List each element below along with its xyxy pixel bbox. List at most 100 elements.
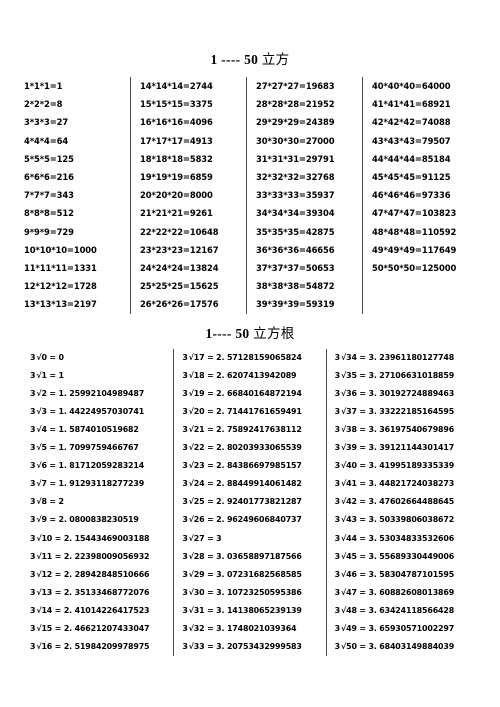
cube-root-value: 2. 66840164872194 <box>216 388 302 398</box>
equals-sign: = <box>207 370 214 380</box>
cube-cell: 42*42*42=74088 <box>372 117 451 128</box>
cube-root-cell: 3√47 = 3. 60882608013869 <box>335 584 478 602</box>
cube-root-value: 3. 58304787101595 <box>368 569 455 579</box>
cube-root-cell: 3√17 = 2. 57128159065824 <box>182 349 325 367</box>
cube-cell: 50*50*50=125000 <box>372 263 457 274</box>
cube-cell: 36*36*36=46656 <box>256 244 335 255</box>
cube-cell: 49*49*49=117649 <box>372 244 457 255</box>
cube-cell: 39*39*39=59319 <box>256 299 335 310</box>
radicand: 45 <box>346 551 357 561</box>
radical-index: 3 <box>182 605 188 615</box>
radical-index: 3 <box>30 497 36 507</box>
cube-cell: 4*4*4=64 <box>24 135 69 146</box>
cube-cell: 35*35*35=42875 <box>256 226 335 237</box>
cube-cell: 19*19*19=6859 <box>140 172 213 183</box>
cube-root-value: 3. 14138065239139 <box>216 605 302 615</box>
radicand: 27 <box>193 533 205 543</box>
radicand: 12 <box>41 569 53 579</box>
cube-root-value: 2. 71441761659491 <box>216 406 302 416</box>
equals-sign: = <box>49 461 56 471</box>
cube-cell: 24*24*24=13824 <box>140 263 219 274</box>
radical-index: 3 <box>334 425 341 435</box>
cube-root-value: 2. 22398009056932 <box>63 551 150 561</box>
radical-index: 3 <box>30 515 36 525</box>
radicand: 41 <box>346 479 357 489</box>
radicand: 6 <box>41 461 47 471</box>
cube-root-value: 2. 80203933065539 <box>216 443 302 453</box>
cube-root-column: 3√34 = 3. 23961180127748 3√35 = 3. 271066… <box>325 348 478 657</box>
cube-title-range: 1 ---- 50 <box>210 52 259 67</box>
radicand: 29 <box>193 569 205 579</box>
cube-root-cell: 3√39 = 3. 39121144301417 <box>335 439 478 457</box>
cube-title-label: 立方 <box>261 52 290 68</box>
equals-sign: = <box>207 533 214 543</box>
cube-table: 1*1*1=1 2*2*2=8 3*3*3=27 4*4*4=64 5*5*5=125 6… <box>22 77 478 314</box>
radicand: 10 <box>41 533 53 543</box>
equals-sign: = <box>359 569 366 579</box>
cube-root-value: 1. 25992104989487 <box>58 388 145 398</box>
cube-root-cell: 3√26 = 2. 96249606840737 <box>182 511 325 529</box>
radical-index: 3 <box>30 443 36 453</box>
equals-sign: = <box>54 624 62 634</box>
cube-cell: 20*20*20=8000 <box>140 190 213 201</box>
equals-sign: = <box>359 497 366 507</box>
cube-root-value: 1 <box>58 370 65 380</box>
equals-sign: = <box>207 497 214 507</box>
cube-root-value: 3. 33222185164595 <box>368 406 455 416</box>
equals-sign: = <box>49 352 56 362</box>
cube-cell: 25*25*25=15625 <box>140 281 219 292</box>
cube-root-value: 3. 30192724889463 <box>368 388 455 398</box>
cube-root-column: 3√0 = 0 3√1 = 1 3√2 = 1. 25992104989487 3√3… <box>22 349 173 657</box>
cube-cell: 37*37*37=50653 <box>256 263 335 274</box>
cube-cell: 15*15*15=3375 <box>140 99 213 110</box>
cube-cell: 7*7*7=343 <box>24 190 74 201</box>
cube-root-value: 2. 84386697985157 <box>216 461 302 471</box>
cube-root-value: 1. 91293118277239 <box>58 479 145 489</box>
radical-index: 3 <box>182 569 188 579</box>
radical-index: 3 <box>30 569 36 579</box>
equals-sign: = <box>49 479 56 489</box>
cube-cell: 2*2*2=8 <box>24 99 63 110</box>
radicand: 36 <box>346 388 357 398</box>
radicand: 44 <box>346 533 357 543</box>
radical-index: 3 <box>182 624 188 634</box>
equals-sign: = <box>359 443 366 453</box>
cube-root-value: 3. 41995189335339 <box>368 461 455 471</box>
radicand: 31 <box>193 605 205 615</box>
cube-root-column: 3√17 = 2. 57128159065824 3√18 = 2. 620741… <box>173 348 325 657</box>
radicand: 22 <box>193 443 205 453</box>
cube-root-section-title: 1---- 50 立方根 <box>22 322 478 342</box>
cube-root-value: 3. 27106631018859 <box>368 370 455 380</box>
cube-column: 1*1*1=1 2*2*2=8 3*3*3=27 4*4*4=64 5*5*5=125 6… <box>22 77 130 314</box>
cube-cell: 12*12*12=1728 <box>24 281 97 292</box>
cube-root-value: 2. 41014226417523 <box>63 605 150 615</box>
cube-root-title-range: 1---- 50 <box>205 325 250 341</box>
radical-index: 3 <box>334 352 341 362</box>
cube-cell: 31*31*31=29791 <box>256 153 335 164</box>
cube-cell: 32*32*32=32768 <box>256 172 335 183</box>
radicand: 9 <box>41 515 47 525</box>
cube-root-cell: 3√24 = 2. 88449914061482 <box>182 475 325 493</box>
radical-index: 3 <box>334 370 341 380</box>
equals-sign: = <box>359 479 366 489</box>
cube-root-value: 2. 28942848510666 <box>63 569 150 579</box>
radical-index: 3 <box>30 425 36 435</box>
radicand: 30 <box>193 587 205 597</box>
radicand: 3 <box>41 406 47 416</box>
cube-root-value: 1. 7099759466767 <box>58 443 139 453</box>
cube-root-value: 2 <box>58 497 65 507</box>
cube-root-cell: 3√0 = 0 <box>30 349 173 367</box>
radicand: 0 <box>41 352 47 362</box>
cube-root-cell: 3√9 = 2. 0800838230519 <box>30 511 173 529</box>
radical-index: 3 <box>182 515 188 525</box>
cube-root-value: 3. 55689330449006 <box>368 551 455 561</box>
cube-cell: 17*17*17=4913 <box>140 135 213 146</box>
page-root: 1 ---- 50 立方 1*1*1=1 2*2*2=8 3*3*3=27 4*4*4… <box>0 0 500 707</box>
cube-cell: 33*33*33=35937 <box>256 190 335 201</box>
equals-sign: = <box>359 642 366 652</box>
equals-sign: = <box>207 551 214 561</box>
cube-root-cell: 3√3 = 1. 44224957030741 <box>30 403 173 421</box>
cube-root-cell: 3√14 = 2. 41014226417523 <box>30 602 173 620</box>
cube-cell: 11*11*11=1331 <box>24 263 97 274</box>
radical-index: 3 <box>334 569 341 579</box>
